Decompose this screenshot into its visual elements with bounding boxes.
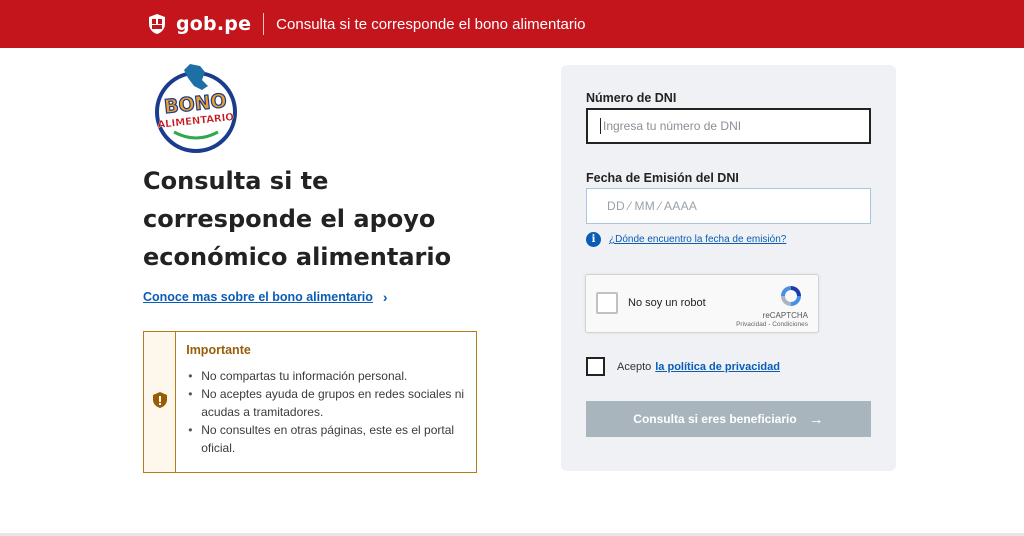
notice-title: Importante: [186, 343, 251, 357]
recaptcha-label: No soy un robot: [628, 297, 706, 309]
date-label: Fecha de Emisión del DNI: [586, 171, 739, 185]
header-divider: [263, 13, 265, 35]
arrow-right-icon: →: [808, 410, 824, 428]
notice-icon-column: [144, 332, 177, 472]
important-notice: Importante No compartas tu información p…: [143, 331, 477, 473]
privacy-policy-link[interactable]: la política de privacidad: [655, 361, 780, 373]
privacy-checkbox[interactable]: [586, 357, 605, 376]
more-info-link[interactable]: Conoce mas sobre el bono alimentario ›: [143, 289, 388, 305]
shield-exclamation-icon: [152, 391, 167, 413]
notice-item: No consultes en otras páginas, este es e…: [186, 421, 466, 457]
chevron-right-icon: ›: [382, 289, 388, 305]
recaptcha-brand: reCAPTCHA: [762, 311, 808, 320]
query-form: Número de DNI Ingresa tu número de DNI F…: [561, 65, 896, 471]
header-title: Consulta si te corresponde el bono alime…: [276, 15, 586, 33]
dni-input[interactable]: Ingresa tu número de DNI: [586, 108, 871, 144]
page-title: Consulta si te corresponde el apoyo econ…: [143, 167, 452, 271]
notice-item: No compartas tu información personal.: [186, 367, 466, 385]
date-help: i ¿Dónde encuentro la fecha de emisión?: [586, 232, 786, 247]
notice-list: No compartas tu información personal. No…: [186, 367, 466, 457]
bono-alimentario-logo: BONO ALIMENTARIO: [150, 60, 242, 156]
notice-content: Importante No compartas tu información p…: [176, 332, 476, 472]
top-header: gob.pe Consulta si te corresponde el bon…: [0, 0, 1024, 48]
date-help-link[interactable]: ¿Dónde encuentro la fecha de emisión?: [609, 234, 786, 245]
recaptcha-icon: [778, 283, 804, 309]
submit-button[interactable]: Consulta si eres beneficiario →: [586, 401, 871, 437]
more-info-link-label: Conoce mas sobre el bono alimentario: [143, 290, 373, 304]
submit-button-label: Consulta si eres beneficiario: [633, 412, 797, 426]
notice-item: No aceptes ayuda de grupos en redes soci…: [186, 385, 466, 421]
info-icon: i: [586, 232, 601, 247]
issue-date-input[interactable]: DD ⁄ MM ⁄ AAAA: [586, 188, 871, 224]
privacy-consent: Acepto la política de privacidad: [586, 357, 780, 376]
text-caret: [600, 118, 601, 134]
dni-placeholder: Ingresa tu número de DNI: [603, 119, 742, 133]
peru-seal-icon: [144, 11, 170, 37]
dni-label: Número de DNI: [586, 91, 677, 105]
recaptcha-widget: No soy un robot reCAPTCHA Privacidad - C…: [585, 274, 819, 333]
date-placeholder: DD ⁄ MM ⁄ AAAA: [607, 199, 698, 213]
recaptcha-checkbox[interactable]: [596, 292, 618, 314]
gob-pe-home-link[interactable]: gob.pe: [144, 11, 251, 37]
recaptcha-terms-link[interactable]: Privacidad - Condiciones: [736, 321, 808, 328]
consent-text: Acepto: [617, 360, 652, 373]
brand-name: gob.pe: [176, 13, 252, 35]
